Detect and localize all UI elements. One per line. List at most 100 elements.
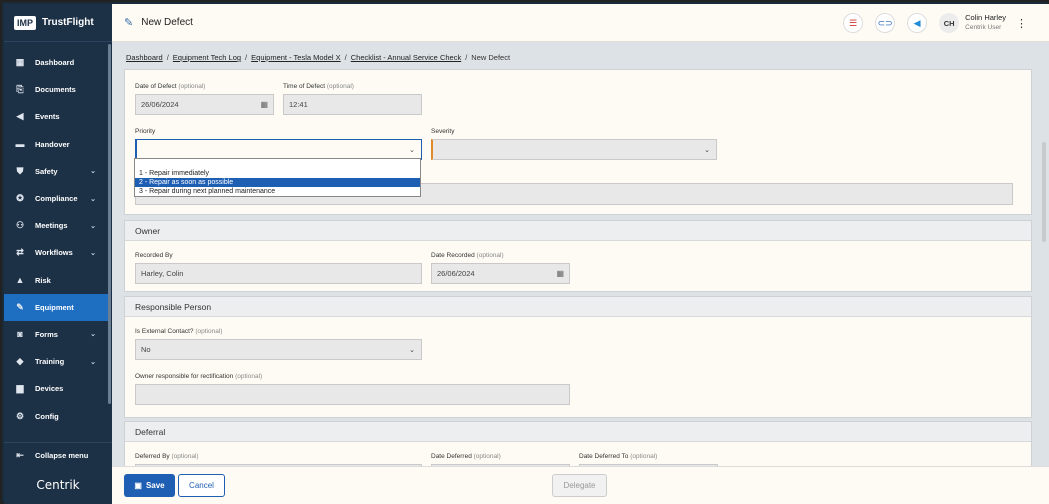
config-icon: ⚙	[15, 410, 25, 421]
sidebar-item-label: Handover	[35, 139, 70, 149]
sidebar: IMP TrustFlight ▦ Dashboard ⎘ Documents …	[4, 4, 112, 504]
paperclip-icon: ⎘	[16, 84, 24, 95]
page-header: ✎ New Defect ☰ ⊂⊃ ◀ CH Colin Harley Cent…	[112, 4, 1049, 42]
page-title: New Defect	[141, 17, 193, 28]
sidebar-item-meetings[interactable]: ⚇ Meetings ⌄	[4, 212, 108, 239]
breadcrumb-link[interactable]: Dashboard	[126, 53, 163, 62]
owner-rectification-field[interactable]	[135, 384, 570, 405]
warning-icon: ▲	[15, 275, 25, 286]
sidebar-item-label: Documents	[35, 85, 76, 95]
priority-select[interactable]: ⌄	[135, 139, 422, 160]
wrench-icon: ✎	[16, 301, 24, 312]
date-deferred-label: Date Deferred (optional)	[431, 453, 501, 460]
sidebar-item-devices[interactable]: ▆ Devices	[4, 375, 108, 402]
sidebar-item-workflows[interactable]: ⇄ Workflows ⌄	[4, 239, 108, 266]
calendar-icon[interactable]: ▦	[260, 100, 268, 109]
sidebar-item-label: Risk	[35, 275, 51, 285]
collapse-icon: ⇤	[16, 450, 24, 460]
responsible-person-card: Responsible Person Is External Contact? …	[124, 296, 1032, 418]
chevron-down-icon: ⌄	[704, 146, 710, 154]
breadcrumb-link[interactable]: Equipment - Tesla Model X	[251, 53, 341, 62]
sidebar-item-safety[interactable]: ⛊ Safety ⌄	[4, 158, 108, 185]
delegate-button[interactable]: Delegate	[552, 474, 607, 497]
recorded-by-label: Recorded By	[135, 252, 173, 259]
sidebar-item-dashboard[interactable]: ▦ Dashboard	[4, 49, 108, 76]
shield-icon: ⛊	[16, 165, 24, 176]
chevron-down-icon: ⌄	[90, 358, 96, 366]
calendar-icon[interactable]: ▦	[556, 269, 564, 278]
app-window: IMP TrustFlight ▦ Dashboard ⎘ Documents …	[0, 0, 1049, 504]
save-label: Save	[145, 481, 165, 490]
form-footer: ▣ Save Cancel Delegate	[112, 466, 1049, 504]
sidebar-item-risk[interactable]: ▲ Risk	[4, 267, 108, 294]
sidebar-item-label: Events	[35, 112, 60, 122]
cancel-button[interactable]: Cancel	[178, 474, 225, 497]
logo[interactable]: IMP TrustFlight	[4, 4, 112, 42]
devices-icon: ▆	[16, 383, 24, 394]
sidebar-item-forms[interactable]: ◙ Forms ⌄	[4, 321, 108, 348]
sidebar-item-handover[interactable]: ▬ Handover	[4, 131, 108, 158]
main-content: Dashboard / Equipment Tech Log / Equipment -…	[112, 42, 1049, 466]
date-of-defect-label: Date of Defect (optional)	[135, 83, 206, 90]
is-external-select[interactable]: No ⌄	[135, 339, 422, 360]
sidebar-item-training[interactable]: ◆ Training ⌄	[4, 348, 108, 375]
user-name: Colin Harley	[965, 13, 1006, 22]
save-icon: ▣	[134, 481, 142, 490]
megaphone-icon: ◀	[16, 111, 24, 122]
breadcrumb-link[interactable]: Equipment Tech Log	[173, 53, 241, 62]
collapse-menu-button[interactable]: ⇤ Collapse menu	[4, 442, 112, 468]
responsible-section-title: Responsible Person	[125, 297, 1031, 317]
priority-option[interactable]: 1 - Repair immediately	[135, 169, 420, 178]
sidebar-nav: ▦ Dashboard ⎘ Documents ◀ Events ▬ Hando…	[4, 49, 108, 430]
megaphone-icon[interactable]: ◀	[907, 13, 928, 33]
owner-card: Owner Recorded By Harley, Colin Date Rec…	[124, 220, 1032, 292]
sidebar-item-compliance[interactable]: ✪ Compliance ⌄	[4, 185, 108, 212]
link-icon[interactable]: ⊂⊃	[875, 13, 896, 33]
sidebar-item-label: Devices	[35, 384, 64, 394]
stack-icon[interactable]: ☰	[843, 13, 864, 33]
user-info[interactable]: Colin Harley Centrik User	[965, 13, 1006, 33]
logo-mark: IMP	[14, 15, 37, 30]
priority-option[interactable]: 3 - Repair during next planned maintenan…	[135, 187, 420, 196]
severity-label: Severity	[431, 128, 455, 135]
chevron-down-icon: ⌄	[90, 195, 96, 203]
date-recorded-label: Date Recorded (optional)	[431, 252, 504, 259]
sidebar-scrollbar[interactable]	[108, 44, 111, 404]
deferral-card: Deferral Deferred By (optional) Date Def…	[124, 421, 1032, 466]
avatar[interactable]: CH	[939, 13, 960, 33]
sidebar-item-events[interactable]: ◀ Events	[4, 103, 108, 130]
sidebar-item-equipment[interactable]: ✎ Equipment	[4, 293, 108, 321]
breadcrumb-link[interactable]: Checklist - Annual Service Check	[351, 53, 461, 62]
owner-section-title: Owner	[125, 221, 1031, 241]
people-icon: ⚇	[15, 220, 25, 231]
sidebar-item-config[interactable]: ⚙ Config	[4, 402, 108, 429]
chevron-down-icon: ⌄	[90, 168, 96, 176]
user-role: Centrik User	[965, 24, 1002, 31]
content-scrollbar[interactable]	[1042, 142, 1046, 242]
wrench-icon: ✎	[124, 17, 134, 29]
recorded-by-field: Harley, Colin	[135, 263, 422, 284]
more-options-icon[interactable]: ⋮	[1016, 17, 1027, 30]
sidebar-item-documents[interactable]: ⎘ Documents	[4, 76, 108, 103]
chevron-down-icon: ⌄	[409, 146, 415, 154]
sidebar-item-label: Equipment	[35, 302, 74, 312]
ribbon-icon: ✪	[16, 193, 24, 204]
sidebar-item-label: Workflows	[35, 248, 73, 258]
date-of-defect-field[interactable]: 26/06/2024 ▦	[135, 94, 274, 115]
logo-text: TrustFlight	[42, 17, 94, 28]
header-actions: ☰ ⊂⊃ ◀ CH Colin Harley Centrik User ⋮	[831, 4, 1027, 42]
priority-option-selected[interactable]: 2 - Repair as soon as possible	[135, 178, 420, 187]
priority-label: Priority	[135, 128, 156, 135]
date-recorded-field[interactable]: 26/06/2024 ▦	[431, 263, 570, 284]
sidebar-item-label: Config	[35, 411, 59, 421]
severity-select[interactable]: ⌄	[431, 139, 717, 160]
date-deferred-to-label: Date Deferred To (optional)	[579, 453, 658, 460]
sidebar-item-label: Compliance	[35, 194, 78, 204]
time-of-defect-label: Time of Defect (optional)	[283, 83, 354, 90]
sidebar-item-label: Meetings	[35, 221, 68, 231]
save-button[interactable]: ▣ Save	[124, 474, 175, 497]
deferred-by-label: Deferred By (optional)	[135, 453, 199, 460]
chevron-down-icon: ⌄	[90, 249, 96, 257]
time-of-defect-field[interactable]: 12:41	[283, 94, 422, 115]
collapse-menu-label: Collapse menu	[35, 451, 89, 460]
